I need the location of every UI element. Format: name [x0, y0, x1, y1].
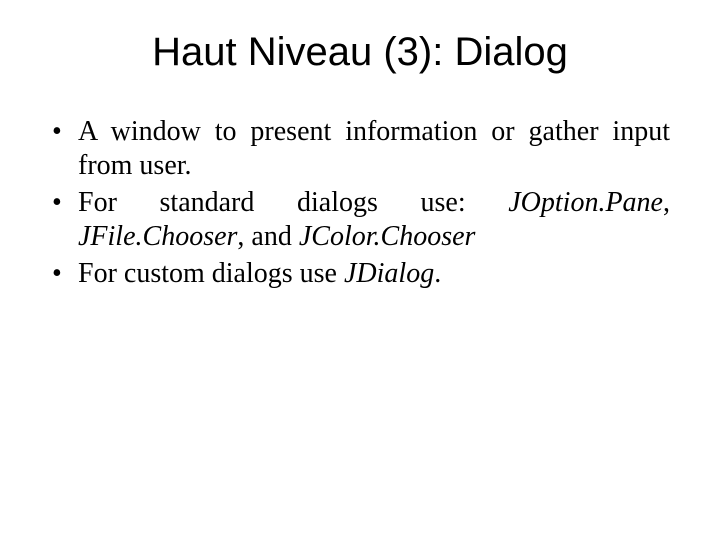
list-item: A window to present information or gathe… — [50, 115, 670, 182]
bullet-text: . — [434, 258, 441, 289]
class-name: JColor.Chooser — [299, 221, 476, 252]
slide: Haut Niveau (3): Dialog A window to pres… — [0, 0, 720, 540]
bullet-list: A window to present information or gathe… — [50, 115, 670, 291]
list-item: For custom dialogs use JDialog. — [50, 257, 670, 291]
class-name: JFile.Chooser — [78, 221, 237, 252]
bullet-text: , and — [237, 221, 298, 252]
slide-title: Haut Niveau (3): Dialog — [50, 30, 670, 75]
bullet-text: For standard dialogs use: — [78, 187, 508, 218]
bullet-text: A window to present information or gathe… — [78, 116, 670, 181]
class-name: JDialog — [344, 258, 434, 289]
class-name: JOption.Pane — [508, 187, 663, 218]
list-item: For standard dialogs use: JOption.Pane , … — [50, 186, 670, 253]
bullet-text: , — [663, 187, 670, 218]
bullet-text: For custom dialogs use — [78, 258, 344, 289]
